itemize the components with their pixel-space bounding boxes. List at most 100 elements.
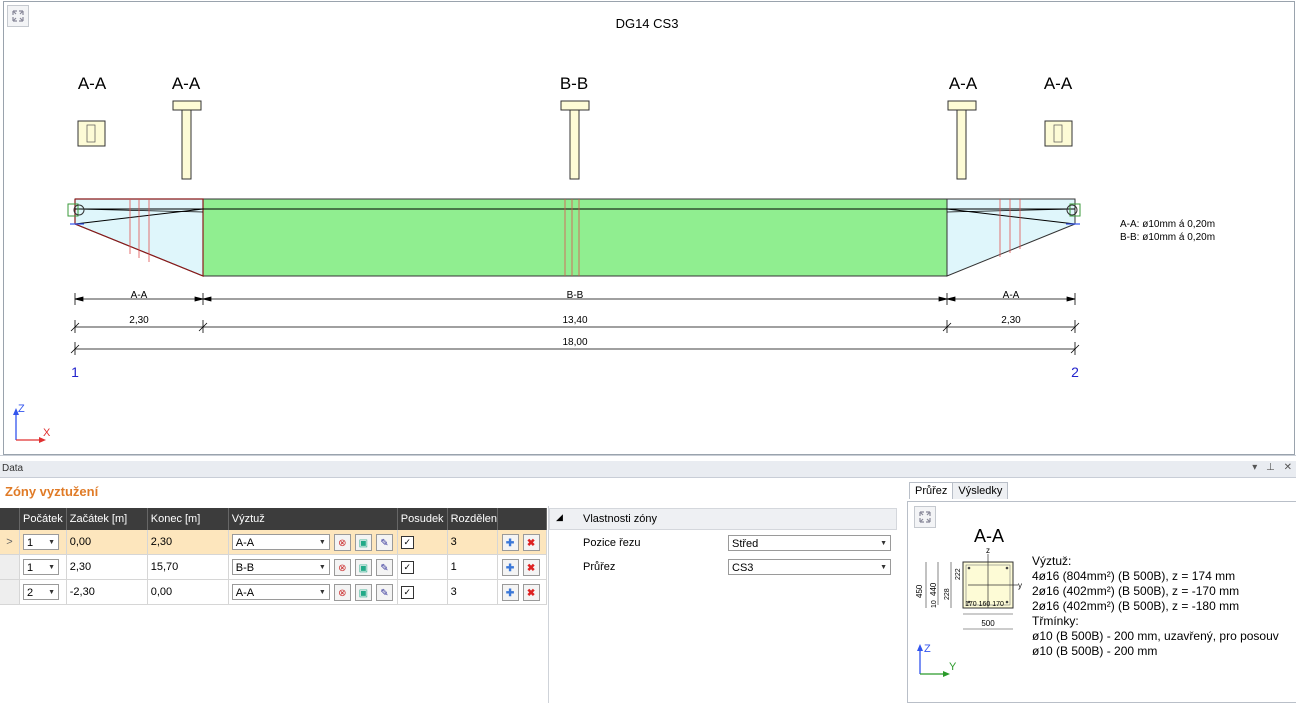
- section-thumbnail-rect[interactable]: [77, 120, 106, 147]
- preview-axis-y: Y: [949, 661, 957, 673]
- dropdown-icon[interactable]: ▾: [1252, 462, 1257, 473]
- new-reinforcement-icon[interactable]: ▣: [354, 533, 372, 551]
- column-header[interactable]: Posudek: [397, 508, 448, 530]
- tab-section[interactable]: Průřez: [909, 482, 954, 499]
- section-preview[interactable]: A-A z y 450 440 10 222 228 170 160 170 5…: [907, 501, 1296, 703]
- zone-label: A-A: [1003, 290, 1020, 301]
- zone-length: 2,30: [1001, 315, 1021, 326]
- check-checkbox[interactable]: ✓: [400, 535, 414, 549]
- table-row[interactable]: 2 ▼ -2,30 0,00 A-A ▼ ⊗ ▣ ✎ ✓ 3 ✚ ✖: [0, 579, 547, 605]
- info-line: ø10 (B 500B) - 200 mm: [1032, 644, 1158, 658]
- section-label: A-A: [949, 74, 978, 93]
- section-thumbnail-t[interactable]: [947, 100, 977, 180]
- check-checkbox[interactable]: ✓: [400, 585, 414, 599]
- section-select[interactable]: CS3 ▼: [728, 559, 891, 575]
- new-reinforcement-icon[interactable]: ▣: [354, 558, 372, 576]
- column-header[interactable]: Konec [m]: [147, 508, 229, 530]
- row-selector[interactable]: [0, 579, 20, 605]
- section-diagram: z y 450 440 10 222 228 170 160 170 500 Z…: [915, 546, 1022, 677]
- reinforcement-info: Výztuž: 4ø16 (804mm²) (B 500B), z = 174 …: [1032, 554, 1279, 659]
- zone-properties: ◢ Vlastnosti zóny Pozice řezu Střed ▼ Prů…: [548, 506, 897, 703]
- origin-select[interactable]: 1 ▼: [23, 534, 59, 550]
- data-panel: Data ▾ ⊥ ✕ Zóny vyztužení Počátek Začáte…: [0, 461, 1296, 703]
- row-selector[interactable]: >: [0, 530, 20, 555]
- check-checkbox[interactable]: ✓: [400, 560, 414, 574]
- delete-reinforcement-icon[interactable]: ⊗: [333, 583, 351, 601]
- chevron-down-icon: ▼: [318, 589, 326, 596]
- start-cell[interactable]: 0,00: [66, 530, 148, 555]
- section-thumbnail-t[interactable]: [172, 100, 202, 180]
- panel-title: Data: [2, 463, 24, 474]
- add-zone-icon[interactable]: ✚: [501, 583, 519, 601]
- actions-column: [497, 508, 547, 530]
- row-selector[interactable]: [0, 554, 20, 580]
- beam-elevation[interactable]: [67, 198, 1081, 277]
- dim-width: 500: [981, 619, 995, 628]
- delete-reinforcement-icon[interactable]: ⊗: [333, 558, 351, 576]
- table-row[interactable]: 1 ▼ 2,30 15,70 B-B ▼ ⊗ ▣ ✎ ✓ 1 ✚ ✖: [0, 554, 547, 580]
- info-line: ø10 (B 500B) - 200 mm, uzavřený, pro pos…: [1032, 629, 1279, 643]
- column-header[interactable]: Rozdělení: [447, 508, 498, 530]
- preview-axis-z: Z: [924, 643, 931, 655]
- remove-zone-icon[interactable]: ✖: [522, 533, 540, 551]
- section-label: B-B: [560, 74, 588, 93]
- info-line: 2ø16 (402mm²) (B 500B), z = -180 mm: [1032, 599, 1240, 613]
- reinforcement-select[interactable]: A-A ▼: [231, 534, 330, 550]
- origin-select[interactable]: 1 ▼: [23, 559, 59, 575]
- zones-table: Počátek Začátek [m] Konec [m] Výztuž Pos…: [0, 508, 547, 605]
- table-row[interactable]: > 1 ▼ 0,00 2,30 A-A ▼ ⊗ ▣ ✎ ✓ 3 ✚ ✖: [0, 530, 547, 555]
- end-cell[interactable]: 2,30: [147, 530, 229, 555]
- column-header[interactable]: Začátek [m]: [66, 508, 148, 530]
- division-cell[interactable]: 3: [447, 530, 498, 555]
- reinforcement-select[interactable]: A-A ▼: [231, 584, 330, 600]
- close-icon[interactable]: ✕: [1284, 462, 1292, 473]
- division-cell[interactable]: 3: [447, 579, 498, 605]
- add-zone-icon[interactable]: ✚: [501, 558, 519, 576]
- section-thumbnail-rect[interactable]: [1044, 120, 1073, 147]
- property-row: Průřez CS3 ▼: [549, 556, 895, 579]
- properties-header[interactable]: ◢ Vlastnosti zóny: [549, 508, 897, 530]
- dim-bottom: 228: [944, 588, 951, 600]
- drawing-viewport[interactable]: DG14 CS3 A-A A-A B-B A-A A-A A-A: ø10mm …: [3, 1, 1295, 455]
- edit-pencil-icon[interactable]: ✎: [375, 583, 393, 601]
- tab-results[interactable]: Výsledky: [952, 482, 1009, 499]
- column-header[interactable]: Výztuž: [228, 508, 398, 530]
- column-header[interactable]: Počátek: [19, 508, 67, 530]
- chevron-down-icon: ▼: [48, 564, 55, 571]
- origin-select[interactable]: 2 ▼: [23, 584, 59, 600]
- dim-height-inner: 440: [929, 582, 938, 596]
- zone-label: B-B: [567, 290, 584, 301]
- axis-x-label: X: [43, 427, 51, 439]
- end-cell[interactable]: 15,70: [147, 554, 229, 580]
- dim-thickness: 10: [931, 600, 938, 608]
- start-cell[interactable]: 2,30: [66, 554, 148, 580]
- axis-z-label: Z: [18, 403, 25, 415]
- total-length: 18,00: [562, 337, 587, 348]
- info-line: 4ø16 (804mm²) (B 500B), z = 174 mm: [1032, 569, 1236, 583]
- info-line: Výztuž:: [1032, 554, 1072, 568]
- reinforcement-select[interactable]: B-B ▼: [231, 559, 330, 575]
- delete-reinforcement-icon[interactable]: ⊗: [333, 533, 351, 551]
- cut-position-select[interactable]: Střed ▼: [728, 535, 891, 551]
- start-cell[interactable]: -2,30: [66, 579, 148, 605]
- remove-zone-icon[interactable]: ✖: [522, 558, 540, 576]
- reinforcement-legend: A-A: ø10mm á 0,20m: [1120, 219, 1215, 230]
- zone-length: 13,40: [562, 315, 587, 326]
- preview-panel: Průřez Výsledky A-A z y 450 440 10 222 2…: [906, 479, 1296, 703]
- y-axis-label: y: [1018, 581, 1022, 590]
- row-header-column: [0, 508, 20, 530]
- new-reinforcement-icon[interactable]: ▣: [354, 583, 372, 601]
- edit-pencil-icon[interactable]: ✎: [375, 533, 393, 551]
- division-cell[interactable]: 1: [447, 554, 498, 580]
- section-thumbnail-t[interactable]: [560, 100, 590, 180]
- section-label: A-A: [172, 74, 201, 93]
- collapse-triangle-icon[interactable]: ◢: [556, 512, 563, 523]
- edit-pencil-icon[interactable]: ✎: [375, 558, 393, 576]
- drawing-title: DG14 CS3: [616, 16, 679, 31]
- remove-zone-icon[interactable]: ✖: [522, 583, 540, 601]
- chevron-down-icon: ▼: [48, 539, 55, 546]
- end-cell[interactable]: 0,00: [147, 579, 229, 605]
- chevron-down-icon: ▼: [880, 564, 887, 571]
- add-zone-icon[interactable]: ✚: [501, 533, 519, 551]
- pin-icon[interactable]: ⊥: [1266, 462, 1275, 473]
